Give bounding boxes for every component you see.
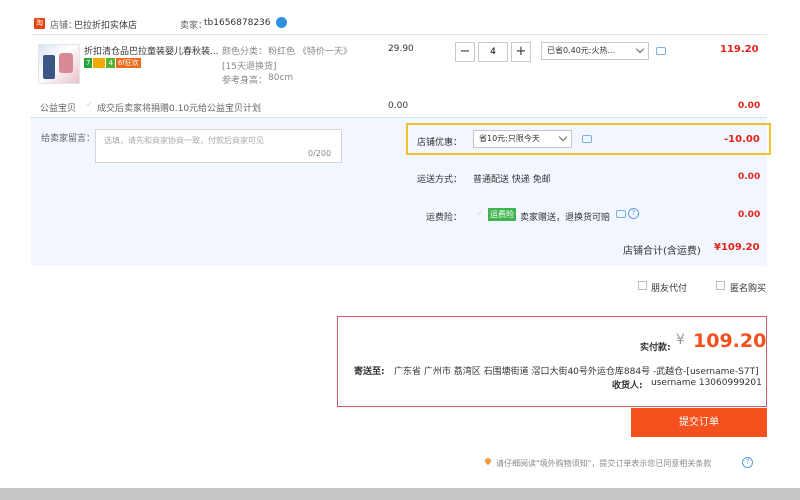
charity-total: 0.00 (738, 101, 761, 111)
footer-note: 请仔细阅读"境外购物须知"，提交订单表示您已同意相关条款 (496, 459, 712, 468)
location-pin-icon (483, 456, 493, 466)
shipping-amount: 0.00 (738, 172, 761, 182)
horizontal-scrollbar[interactable] (0, 488, 800, 500)
coupon-select-value: 省10元:只限今天 (479, 134, 540, 143)
badge-guarantee: 4 (106, 58, 115, 68)
chat-icon[interactable] (616, 210, 626, 218)
color-label: 颜色分类： (222, 47, 268, 57)
chevron-down-icon (558, 132, 568, 142)
insurance-tag: 运费险 (488, 208, 516, 221)
message-textarea[interactable]: 选填，请先和商家协商一致，付款后商家可见 0/200 (95, 129, 342, 163)
badge-7days: 7 (84, 58, 93, 68)
wangwang-icon[interactable] (276, 17, 287, 28)
message-label: 给卖家留言： (41, 134, 96, 144)
insurance-text: 卖家赠送，退换货可赔 (520, 213, 611, 223)
friend-pay-label: 朋友代付 (651, 284, 688, 294)
charity-text: 成交后卖家将捐赠0.10元给公益宝贝计划 (97, 104, 262, 114)
recipient-value: username 13060999201 (651, 378, 762, 388)
height-value: 80cm (268, 73, 294, 83)
message-placeholder: 选填，请先和商家协商一致，付款后商家可见 (104, 136, 264, 145)
shop-icon: 淘 (34, 18, 45, 29)
store-total-label: 店铺合计(含运费) (623, 246, 701, 257)
badge-sale: 6f狂欢 (115, 58, 141, 68)
product-thumbnail[interactable] (38, 44, 80, 84)
coupon-amount: -10.00 (724, 134, 760, 145)
store-total-value: ¥109.20 (714, 242, 760, 253)
chat-icon[interactable] (656, 47, 666, 55)
ship-to-address: 广东省 广州市 荔湾区 石围塘街道 滘口大街40号外运仓库884号 -武越仓-[… (394, 367, 759, 377)
item-subtotal: 119.20 (720, 44, 759, 55)
coupon-select[interactable]: 省10元:只限今天 (473, 130, 572, 148)
check-icon: ✓ (86, 100, 93, 109)
badge-card (93, 58, 106, 68)
shipping-label: 运送方式： (417, 175, 463, 185)
currency-symbol: ¥ (676, 332, 685, 348)
submit-order-button[interactable]: 提交订单 (631, 408, 767, 437)
product-title-link[interactable]: 折扣清仓品巴拉童装婴儿春秋装... (84, 44, 219, 57)
header-divider (31, 34, 767, 35)
message-counter: 0/200 (308, 149, 332, 158)
ship-to-label: 寄送至: (354, 367, 385, 377)
unit-price: 29.90 (388, 44, 414, 54)
discount-select[interactable]: 已省0.40元:火热... (541, 42, 649, 60)
increase-button[interactable]: + (511, 42, 531, 62)
color-value: 粉红色 《特价一天》 (268, 47, 352, 57)
store-name-link[interactable]: 巴拉折扣实体店 (74, 18, 137, 31)
paid-amount: 109.20 (693, 330, 767, 352)
coupon-label: 店铺优惠： (417, 138, 463, 148)
insurance-amount: 0.00 (738, 210, 761, 220)
discount-select-value: 已省0.40元:火热... (547, 46, 616, 55)
seller-name-link[interactable]: tb1656878236 (204, 18, 271, 28)
decrease-button[interactable]: − (455, 42, 475, 62)
chat-icon[interactable] (582, 135, 592, 143)
height-label: 参考身高： (222, 76, 268, 86)
charity-label: 公益宝贝 (40, 104, 77, 114)
help-icon[interactable]: ? (628, 208, 639, 219)
recipient-label: 收货人: (612, 381, 643, 391)
paid-label: 实付款: (640, 343, 671, 353)
promo-badges: 7 4 6f狂欢 (84, 58, 142, 68)
anonymous-checkbox[interactable] (716, 281, 725, 290)
charity-amount: 0.00 (388, 101, 409, 111)
seller-label: 卖家： (180, 21, 208, 31)
store-label: 店铺： (50, 21, 78, 31)
quantity-input[interactable] (478, 42, 508, 62)
anonymous-label: 匿名购买 (730, 284, 767, 294)
friend-pay-checkbox[interactable] (638, 281, 647, 290)
check-icon: ✓ (476, 209, 483, 218)
insurance-label: 运费险： (426, 213, 463, 223)
chevron-down-icon (635, 44, 645, 54)
exchange-policy: [15天退换货] (222, 62, 277, 72)
help-icon[interactable]: ? (742, 457, 753, 468)
shipping-value: 普通配送 快递 免邮 (473, 175, 551, 185)
